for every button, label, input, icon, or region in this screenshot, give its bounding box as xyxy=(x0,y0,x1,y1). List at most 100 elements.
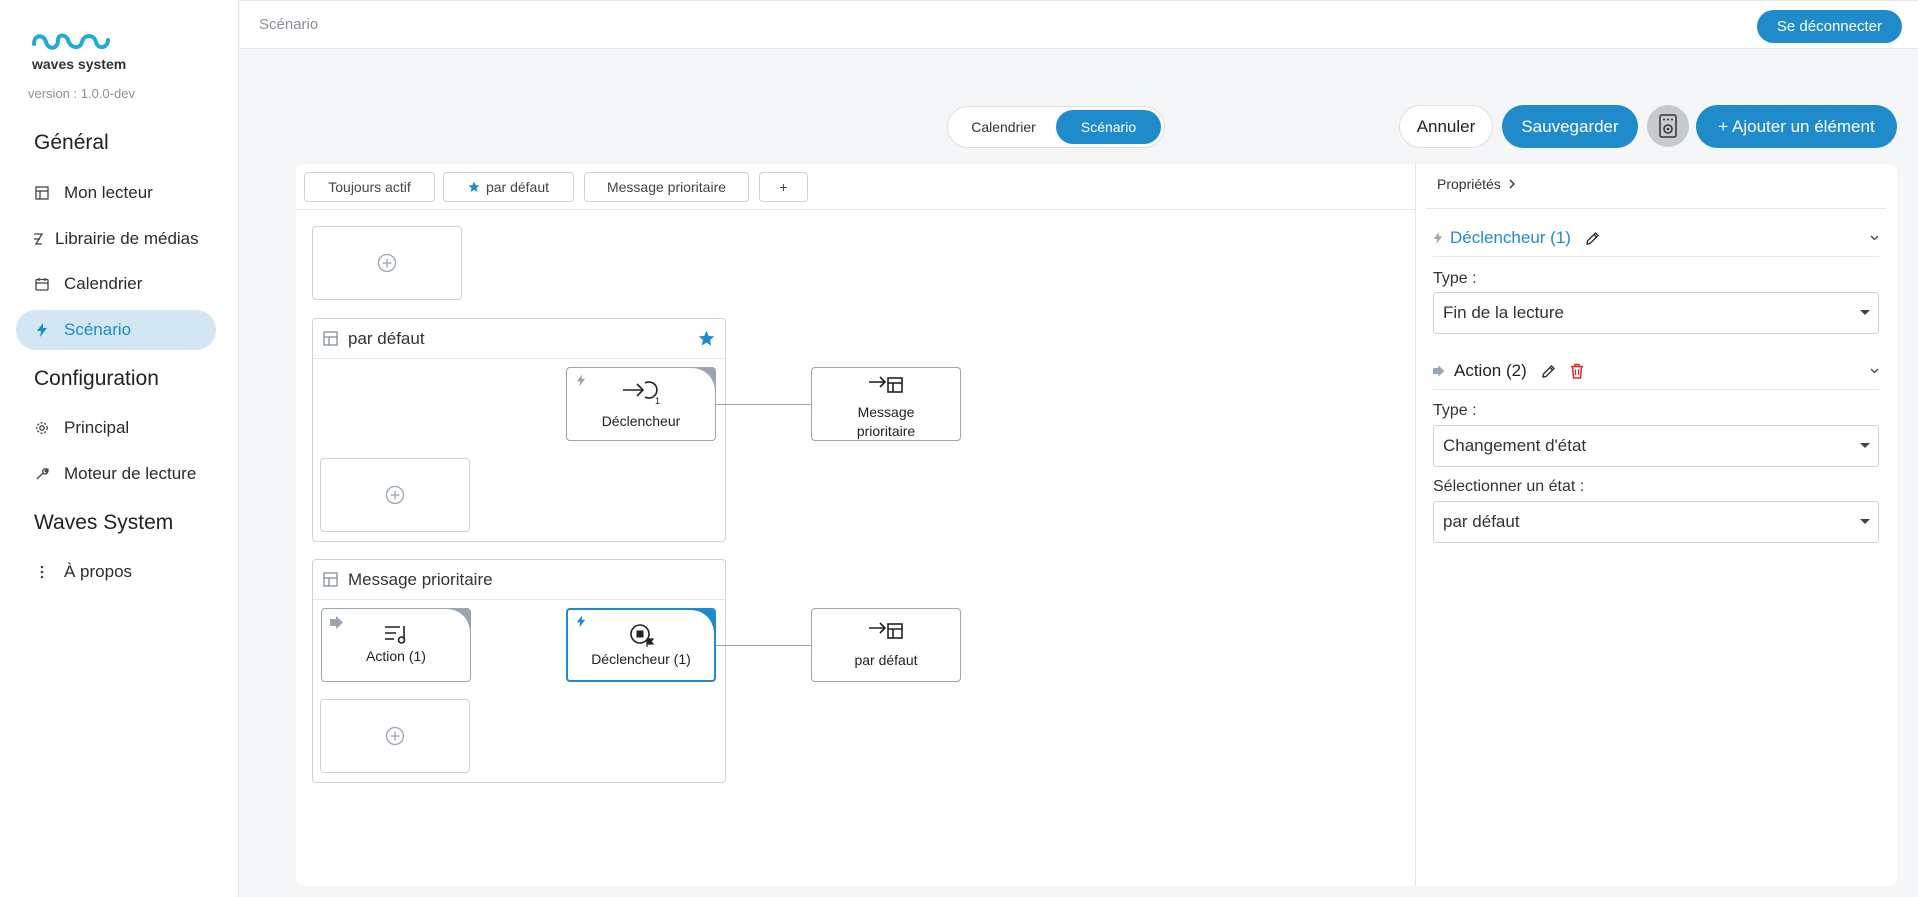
sidebar-item-label: Scénario xyxy=(64,320,132,339)
topbar: Scénario Se déconnecter xyxy=(240,0,1918,49)
sidebar-item-principal[interactable]: Principal xyxy=(16,408,216,448)
sidebar-item-calendrier[interactable]: Calendrier xyxy=(16,264,216,304)
state-name: par défaut xyxy=(348,328,425,348)
sidebar-item-mon-lecteur[interactable]: Mon lecteur xyxy=(16,173,216,213)
state-name: Message prioritaire xyxy=(348,569,493,589)
sidebar-item-librairie[interactable]: Librairie de médias xyxy=(16,219,216,259)
dropdown-caret-icon xyxy=(1860,519,1870,524)
properties-toggle[interactable]: Propriétés xyxy=(1437,176,1516,192)
lightning-icon xyxy=(576,374,586,387)
properties-title: Propriétés xyxy=(1437,176,1501,192)
lightning-icon xyxy=(1433,231,1443,245)
nav-section-waves-system: Waves System xyxy=(34,511,174,534)
tab-message-prioritaire[interactable]: Message prioritaire xyxy=(584,172,749,202)
tab-label: par défaut xyxy=(485,179,550,195)
state-header: par défaut xyxy=(313,319,725,359)
add-element-button[interactable]: + Ajouter un élément xyxy=(1696,105,1897,148)
divider xyxy=(1433,389,1879,390)
view-toggle: Calendrier Scénario xyxy=(947,106,1165,148)
logo-text: waves system xyxy=(32,56,127,72)
node-corner xyxy=(446,609,470,633)
breadcrumb: Scénario xyxy=(259,16,319,33)
trigger-type-select[interactable]: Fin de la lecture xyxy=(1433,292,1879,334)
layout-icon xyxy=(323,331,338,346)
toggle-scenario[interactable]: Scénario xyxy=(1056,110,1161,144)
add-node-button[interactable] xyxy=(320,458,470,532)
trigger-accordion-header[interactable]: Déclencheur (1) xyxy=(1433,228,1879,248)
node-label: Déclencheur xyxy=(601,413,681,429)
cancel-button[interactable]: Annuler xyxy=(1399,105,1493,148)
sidebar-item-label: Librairie de médias xyxy=(55,229,199,248)
state-select[interactable]: par défaut xyxy=(1433,501,1879,543)
sidebar: waves system version : 1.0.0-dev Général… xyxy=(0,0,239,897)
star-icon xyxy=(468,181,480,193)
wrench-icon xyxy=(34,466,50,482)
save-button[interactable]: Sauvegarder xyxy=(1502,105,1638,148)
node-label: Déclencheur (1) xyxy=(591,651,691,667)
target-state-node[interactable]: Message prioritaire xyxy=(811,367,961,441)
action-accordion-title: Action (2) xyxy=(1454,361,1527,380)
trigger-accordion-title: Déclencheur (1) xyxy=(1450,228,1571,247)
logout-button[interactable]: Se déconnecter xyxy=(1756,10,1902,43)
add-node-button[interactable] xyxy=(312,226,462,300)
chevron-down-icon xyxy=(1870,368,1879,374)
sidebar-item-moteur[interactable]: Moteur de lecture xyxy=(16,454,216,494)
calendar-icon xyxy=(34,276,50,292)
action-type-label: Type : xyxy=(1433,402,1477,419)
plus-circle-icon xyxy=(385,726,405,746)
playlist-icon xyxy=(384,624,408,644)
scenario-editor: Toujours actif par défaut Message priori… xyxy=(296,164,1897,886)
lightning-icon xyxy=(34,322,50,338)
media-library-icon xyxy=(30,231,46,247)
node-label-line: Message xyxy=(857,404,915,420)
go-to-state-icon xyxy=(868,621,906,641)
waves-logo-icon xyxy=(32,33,110,50)
select-value: Changement d'état xyxy=(1443,436,1587,455)
action-arrow-icon xyxy=(330,616,346,629)
star-icon[interactable] xyxy=(698,330,715,347)
tab-toujours-actif[interactable]: Toujours actif xyxy=(304,172,435,202)
edit-icon[interactable] xyxy=(1585,231,1600,246)
node-corner xyxy=(690,610,714,634)
stop-circle-icon xyxy=(628,622,656,648)
node-label: Message prioritaire xyxy=(812,403,960,440)
layout-icon xyxy=(34,185,50,201)
connector-line xyxy=(716,645,811,646)
divider xyxy=(1433,256,1879,257)
logo: waves system xyxy=(30,30,130,72)
state-select-label: Sélectionner un état : xyxy=(1433,478,1585,495)
sidebar-item-label: Moteur de lecture xyxy=(64,464,197,483)
edit-icon[interactable] xyxy=(1541,364,1556,379)
dropdown-caret-icon xyxy=(1860,443,1870,448)
plus-circle-icon xyxy=(385,485,405,505)
trigger-node-selected[interactable]: Déclencheur (1) xyxy=(566,608,716,682)
panel-divider xyxy=(1415,164,1416,886)
plus-circle-icon xyxy=(377,253,397,273)
node-label-line: prioritaire xyxy=(856,423,916,439)
trigger-node[interactable]: 1 Déclencheur xyxy=(566,367,716,441)
tab-add[interactable]: + xyxy=(759,172,808,202)
add-node-button[interactable] xyxy=(320,699,470,773)
chevron-right-icon xyxy=(1509,179,1516,189)
select-value: Fin de la lecture xyxy=(1443,303,1564,322)
layout-icon xyxy=(323,572,338,587)
sidebar-item-a-propos[interactable]: À propos xyxy=(16,552,216,592)
action-accordion-header[interactable]: Action (2) xyxy=(1433,361,1879,381)
sidebar-item-label: Calendrier xyxy=(64,274,143,293)
state-tabs: Toujours actif par défaut Message priori… xyxy=(296,164,1415,210)
dropdown-caret-icon xyxy=(1860,310,1870,315)
action-arrow-icon xyxy=(1433,365,1447,377)
sidebar-item-scenario[interactable]: Scénario xyxy=(16,310,216,350)
sidebar-item-label: Mon lecteur xyxy=(64,183,153,202)
tab-par-defaut[interactable]: par défaut xyxy=(443,172,574,202)
end-of-playback-icon: 1 xyxy=(621,380,665,406)
action-node[interactable]: Action (1) xyxy=(321,608,471,682)
target-state-node[interactable]: par défaut xyxy=(811,608,961,682)
player-button[interactable] xyxy=(1647,105,1689,147)
chevron-down-icon xyxy=(1870,235,1879,241)
nav-section-general: Général xyxy=(34,131,109,154)
node-label: par défaut xyxy=(854,652,918,668)
trash-icon[interactable] xyxy=(1570,363,1584,379)
toggle-calendrier[interactable]: Calendrier xyxy=(951,110,1056,144)
action-type-select[interactable]: Changement d'état xyxy=(1433,425,1879,467)
